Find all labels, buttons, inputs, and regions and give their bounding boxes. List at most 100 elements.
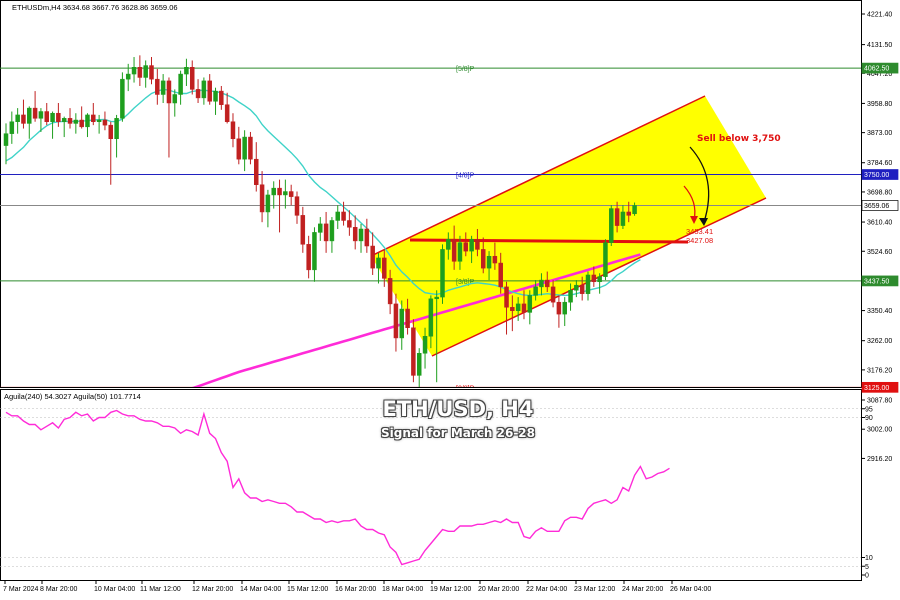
candle-body xyxy=(597,276,602,283)
candle-body xyxy=(515,303,521,311)
candle-body xyxy=(475,238,480,250)
candle-body xyxy=(79,119,84,128)
candle-body xyxy=(207,80,212,102)
level-price-tag-label: 3125.00 xyxy=(864,385,889,392)
header-symbol-line: ETHUSDm,H4 3634.68 3667.76 3628.86 3659.… xyxy=(12,3,178,12)
candle-body xyxy=(195,89,201,99)
level-label: [2/8]P xyxy=(456,385,475,392)
candle-body xyxy=(335,211,340,221)
candle-body xyxy=(457,242,463,262)
candle-body xyxy=(434,296,439,300)
x-tick-label: 11 Mar 12:00 xyxy=(140,586,181,593)
candle-body xyxy=(364,228,370,247)
candle-body xyxy=(376,257,381,269)
candle-body xyxy=(574,284,579,291)
candle-body xyxy=(114,118,119,140)
y-tick-label: 3958.80 xyxy=(867,101,892,108)
candle-body xyxy=(9,121,15,134)
x-tick-label: 24 Mar 20:00 xyxy=(622,586,663,593)
candle-body xyxy=(306,244,311,271)
candle-body xyxy=(137,67,143,78)
candle-body xyxy=(131,67,137,75)
candle-body xyxy=(120,78,125,119)
candle-body xyxy=(149,65,154,80)
candle-body xyxy=(166,80,172,104)
osc-y-tick-label: 0 xyxy=(865,573,869,580)
x-tick-label: 15 Mar 12:00 xyxy=(287,586,328,593)
candle-body xyxy=(21,114,26,124)
candle-body xyxy=(579,284,585,294)
candle-body xyxy=(201,80,207,99)
candle-body xyxy=(498,262,503,288)
y-tick-label: 3610.40 xyxy=(867,220,892,227)
price-chart: [5/8]P[4/8]P[3/8]P[2/8]P 4221.404131.504… xyxy=(0,0,899,593)
candle-body xyxy=(416,353,422,376)
candle-body xyxy=(189,67,195,90)
candle-body xyxy=(609,208,614,243)
candle-body xyxy=(15,114,20,122)
candle-body xyxy=(184,67,189,75)
candle-body xyxy=(463,242,469,252)
channel-label-lower: 3427.08 xyxy=(686,236,713,245)
candle-body xyxy=(283,191,288,196)
x-tick-label: 16 Mar 20:00 xyxy=(335,586,376,593)
candle-body xyxy=(562,301,567,315)
candle-body xyxy=(440,249,445,298)
candle-body xyxy=(527,295,533,313)
sell-annotation: Sell below 3,750 xyxy=(697,134,781,144)
y-tick-label: 2916.20 xyxy=(867,456,892,463)
candle-body xyxy=(480,249,486,269)
candle-body xyxy=(96,119,102,122)
candle-body xyxy=(3,133,9,146)
channel-label-upper: 3453.41 xyxy=(686,227,713,236)
candle-body xyxy=(248,136,253,160)
candle-body xyxy=(614,208,620,226)
candle-body xyxy=(27,107,32,124)
x-tick-label: 23 Mar 12:00 xyxy=(574,586,615,593)
candle-body xyxy=(556,301,562,315)
candle-body xyxy=(422,335,428,354)
candle-body xyxy=(61,118,67,122)
osc-y-tick-label: 5 xyxy=(865,564,869,571)
candle-body xyxy=(550,286,556,303)
candle-body xyxy=(271,187,276,196)
candle-body xyxy=(178,73,183,95)
candle-body xyxy=(382,257,387,279)
candle-body xyxy=(341,211,346,221)
x-tick-label: 20 Mar 20:00 xyxy=(478,586,519,593)
candle-body xyxy=(492,255,498,264)
candle-body xyxy=(73,119,79,124)
candle-body xyxy=(568,290,573,303)
candle-body xyxy=(259,184,265,213)
candle-body xyxy=(85,114,90,128)
x-tick-label: 12 Mar 20:00 xyxy=(192,586,233,593)
candle-body xyxy=(323,223,329,242)
candle-body xyxy=(230,121,236,140)
candle-body xyxy=(533,286,538,296)
candle-body xyxy=(358,228,364,242)
x-tick-label: 18 Mar 04:00 xyxy=(382,586,423,593)
candle-body xyxy=(585,274,591,294)
candle-body xyxy=(370,245,375,269)
level-price-tag-label: 3659.06 xyxy=(864,203,889,210)
level-price-tag-label: 3437.50 xyxy=(864,278,889,285)
candle-body xyxy=(67,118,73,124)
candle-body xyxy=(329,220,335,242)
candle-body xyxy=(224,104,230,122)
candle-body xyxy=(393,303,399,339)
candle-body xyxy=(102,119,108,126)
candle-body xyxy=(545,279,550,288)
candle-body xyxy=(446,238,451,250)
level-label: [5/8]P xyxy=(456,66,475,73)
candle-body xyxy=(451,238,457,262)
candle-body xyxy=(300,215,306,245)
x-tick-label: 10 Mar 04:00 xyxy=(94,586,135,593)
candle-body xyxy=(632,205,637,215)
candle-body xyxy=(504,286,509,308)
candle-body xyxy=(603,242,608,277)
candle-body xyxy=(510,307,515,311)
candle-body xyxy=(288,191,294,197)
candle-body xyxy=(143,65,148,78)
y-tick-label: 3262.00 xyxy=(867,338,892,345)
candle-body xyxy=(44,111,49,122)
